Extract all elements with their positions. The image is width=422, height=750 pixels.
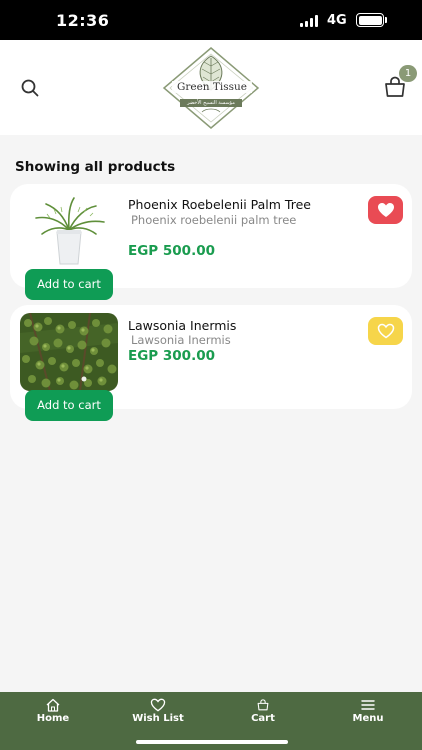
- logo: Green Tissue مؤسسة النسيج الأخضر: [162, 46, 260, 130]
- add-to-cart-button[interactable]: Add to cart: [25, 269, 113, 300]
- status-time: 12:36: [56, 11, 110, 30]
- product-name[interactable]: Lawsonia Inermis: [128, 318, 236, 333]
- add-to-cart-button[interactable]: Add to cart: [25, 390, 113, 421]
- status-bar: 12:36 4G: [0, 0, 422, 40]
- nav-item-cart[interactable]: Cart: [223, 698, 303, 724]
- product-image-lawsonia: [20, 313, 118, 391]
- nav-item-wish-list[interactable]: Wish List: [118, 698, 198, 724]
- product-subtitle: Phoenix roebelenii palm tree: [131, 213, 297, 227]
- product-image-palm: [20, 192, 118, 270]
- nav-label: Wish List: [132, 713, 184, 724]
- nav-label: Home: [36, 713, 70, 724]
- signal-icon: [300, 15, 318, 27]
- product-price: EGP 300.00: [128, 348, 215, 364]
- cart-count-badge: 1: [399, 65, 417, 82]
- search-button[interactable]: [18, 76, 42, 100]
- battery-nub: [385, 17, 387, 23]
- heart-icon: [150, 698, 166, 712]
- menu-icon: [361, 700, 375, 710]
- product-card[interactable]: Lawsonia Inermis Lawsonia Inermis EGP 30…: [10, 305, 412, 421]
- home-icon: [46, 698, 60, 712]
- battery-icon: [356, 13, 384, 27]
- logo-title: Green Tissue: [172, 81, 252, 93]
- product-subtitle: Lawsonia Inermis: [131, 333, 231, 347]
- network-type: 4G: [327, 13, 347, 28]
- product-price: EGP 500.00: [128, 243, 215, 259]
- heart-filled-icon: [377, 203, 394, 217]
- wishlist-toggle[interactable]: [368, 317, 403, 345]
- nav-label: Cart: [251, 713, 275, 724]
- wishlist-toggle[interactable]: [368, 196, 403, 224]
- heart-outline-icon: [377, 323, 394, 339]
- product-card[interactable]: Phoenix Roebelenii Palm Tree Phoenix roe…: [10, 184, 412, 300]
- app-header: Green Tissue مؤسسة النسيج الأخضر 1: [0, 40, 422, 135]
- nav-item-home[interactable]: Home: [13, 698, 93, 724]
- home-indicator[interactable]: [136, 740, 288, 744]
- nav-label: Menu: [352, 713, 384, 724]
- nav-item-menu[interactable]: Menu: [328, 698, 408, 724]
- search-icon: [21, 79, 39, 97]
- product-name[interactable]: Phoenix Roebelenii Palm Tree: [128, 197, 311, 212]
- shopping-bag-icon: [257, 699, 269, 711]
- logo-subtitle: مؤسسة النسيج الأخضر: [180, 99, 242, 107]
- section-title: Showing all products: [15, 159, 176, 175]
